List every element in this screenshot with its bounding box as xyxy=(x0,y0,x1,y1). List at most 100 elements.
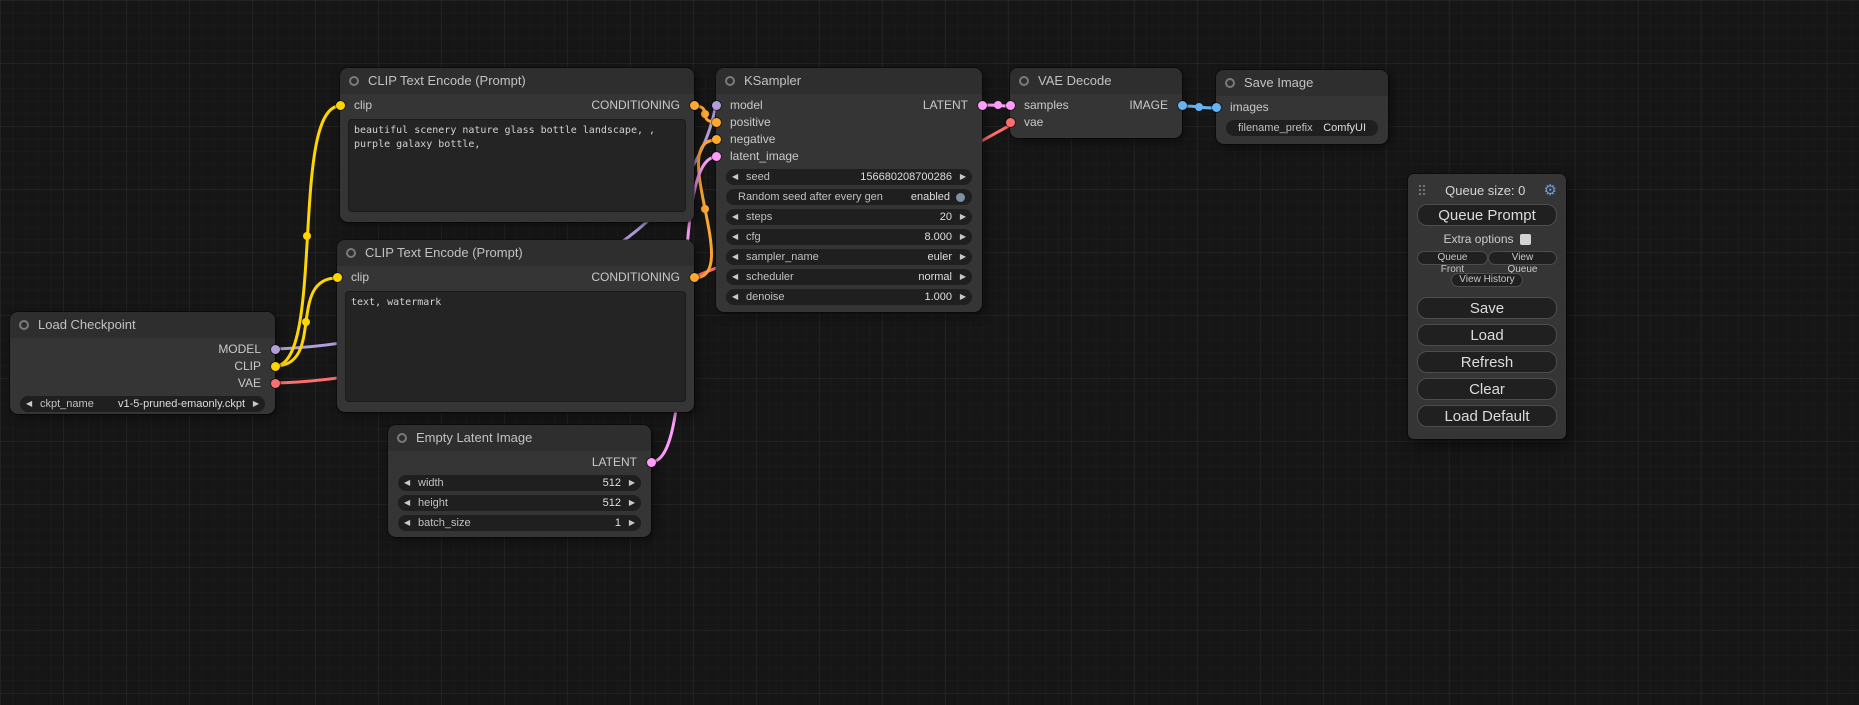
random-seed-toggle-widget[interactable]: Random seed after every gen enabled xyxy=(726,189,972,205)
latent-output-dot[interactable] xyxy=(978,101,987,110)
increment-arrow-icon[interactable]: ▶ xyxy=(956,169,966,185)
positive-input-dot[interactable] xyxy=(712,118,721,127)
decrement-arrow-icon[interactable]: ◀ xyxy=(732,229,742,245)
conditioning-output-dot[interactable] xyxy=(690,273,699,282)
node-collapse-icon[interactable] xyxy=(346,248,356,258)
latent-image-input-dot[interactable] xyxy=(712,152,721,161)
queue-size-label: Queue size: 0 xyxy=(1445,183,1525,198)
decrement-arrow-icon[interactable]: ◀ xyxy=(732,269,742,285)
cfg-widget[interactable]: ◀ cfg 8.000 ▶ xyxy=(726,229,972,245)
increment-arrow-icon[interactable]: ▶ xyxy=(956,229,966,245)
input-slot-latent-image[interactable]: latent_image xyxy=(716,148,982,165)
node-title-bar[interactable]: CLIP Text Encode (Prompt) xyxy=(337,240,694,266)
increment-arrow-icon[interactable]: ▶ xyxy=(956,269,966,285)
load-default-button[interactable]: Load Default xyxy=(1417,405,1557,427)
output-slot-latent[interactable]: LATENT xyxy=(388,454,651,471)
node-collapse-icon[interactable] xyxy=(1019,76,1029,86)
load-button[interactable]: Load xyxy=(1417,324,1557,346)
images-input-dot[interactable] xyxy=(1212,103,1221,112)
node-graph-canvas[interactable]: Load Checkpoint MODEL CLIP VAE ◀ ckpt_na… xyxy=(0,0,1859,705)
node-empty-latent-image[interactable]: Empty Latent Image LATENT ◀ width 512 ▶ … xyxy=(388,425,651,537)
queue-prompt-button[interactable]: Queue Prompt xyxy=(1417,204,1557,226)
conditioning-output-dot[interactable] xyxy=(690,101,699,110)
height-widget[interactable]: ◀ height 512 ▶ xyxy=(398,495,641,511)
seed-widget[interactable]: ◀ seed 156680208700286 ▶ xyxy=(726,169,972,185)
node-clip-text-encode-negative[interactable]: CLIP Text Encode (Prompt) clip CONDITION… xyxy=(337,240,694,412)
sampler-name-widget[interactable]: ◀ sampler_name euler ▶ xyxy=(726,249,972,265)
denoise-widget[interactable]: ◀ denoise 1.000 ▶ xyxy=(726,289,972,305)
save-button[interactable]: Save xyxy=(1417,297,1557,319)
view-history-button[interactable]: View History xyxy=(1451,273,1522,287)
negative-prompt-textarea[interactable]: text, watermark xyxy=(345,291,686,402)
vae-slot-dot[interactable] xyxy=(271,379,280,388)
image-output-dot[interactable] xyxy=(1178,101,1187,110)
clip-input-dot[interactable] xyxy=(333,273,342,282)
node-collapse-icon[interactable] xyxy=(1225,78,1235,88)
output-slot-model[interactable]: MODEL xyxy=(10,341,275,358)
wire-clip-to-negative-encoder xyxy=(275,278,337,366)
node-title-bar[interactable]: Empty Latent Image xyxy=(388,425,651,451)
ckpt-name-widget[interactable]: ◀ ckpt_name v1-5-pruned-emaonly.ckpt ▶ xyxy=(20,396,265,412)
extra-options-label: Extra options xyxy=(1443,232,1513,246)
samples-input-dot[interactable] xyxy=(1006,101,1015,110)
clip-input-dot[interactable] xyxy=(336,101,345,110)
input-slot-negative[interactable]: negative xyxy=(716,131,982,148)
positive-prompt-textarea[interactable]: beautiful scenery nature glass bottle la… xyxy=(348,119,686,212)
increment-arrow-icon[interactable]: ▶ xyxy=(956,209,966,225)
view-queue-button[interactable]: View Queue xyxy=(1488,251,1557,265)
model-slot-dot[interactable] xyxy=(271,345,280,354)
decrement-arrow-icon[interactable]: ◀ xyxy=(404,475,414,491)
extra-options-checkbox[interactable] xyxy=(1520,234,1531,245)
decrement-arrow-icon[interactable]: ◀ xyxy=(732,209,742,225)
node-save-image[interactable]: Save Image images filename_prefix ComfyU… xyxy=(1216,70,1388,144)
node-title-bar[interactable]: VAE Decode xyxy=(1010,68,1182,94)
negative-input-dot[interactable] xyxy=(712,135,721,144)
decrement-arrow-icon[interactable]: ◀ xyxy=(732,169,742,185)
node-vae-decode[interactable]: VAE Decode samples IMAGE vae xyxy=(1010,68,1182,138)
decrement-arrow-icon[interactable]: ◀ xyxy=(732,289,742,305)
clip-slot-dot[interactable] xyxy=(271,362,280,371)
increment-arrow-icon[interactable]: ▶ xyxy=(625,475,635,491)
node-clip-text-encode-positive[interactable]: CLIP Text Encode (Prompt) clip CONDITION… xyxy=(340,68,694,222)
scheduler-widget[interactable]: ◀ scheduler normal ▶ xyxy=(726,269,972,285)
node-collapse-icon[interactable] xyxy=(397,433,407,443)
increment-arrow-icon[interactable]: ▶ xyxy=(625,515,635,531)
refresh-button[interactable]: Refresh xyxy=(1417,351,1557,373)
drag-handle-icon[interactable] xyxy=(1419,185,1421,187)
model-input-dot[interactable] xyxy=(712,101,721,110)
decrement-arrow-icon[interactable]: ◀ xyxy=(732,249,742,265)
node-title-bar[interactable]: Save Image xyxy=(1216,70,1388,96)
latent-slot-dot[interactable] xyxy=(647,458,656,467)
toggle-state-dot[interactable] xyxy=(956,193,965,202)
queue-front-button[interactable]: Queue Front xyxy=(1417,251,1488,265)
output-slot-vae[interactable]: VAE xyxy=(10,375,275,392)
vae-input-dot[interactable] xyxy=(1006,118,1015,127)
wire-image-to-save xyxy=(1182,106,1216,108)
increment-arrow-icon[interactable]: ▶ xyxy=(625,495,635,511)
filename-prefix-widget[interactable]: filename_prefix ComfyUI xyxy=(1226,120,1378,136)
node-collapse-icon[interactable] xyxy=(349,76,359,86)
node-title-bar[interactable]: KSampler xyxy=(716,68,982,94)
increment-arrow-icon[interactable]: ▶ xyxy=(956,289,966,305)
decrement-arrow-icon[interactable]: ◀ xyxy=(26,396,36,412)
node-collapse-icon[interactable] xyxy=(725,76,735,86)
batch-size-widget[interactable]: ◀ batch_size 1 ▶ xyxy=(398,515,641,531)
decrement-arrow-icon[interactable]: ◀ xyxy=(404,515,414,531)
clear-button[interactable]: Clear xyxy=(1417,378,1557,400)
decrement-arrow-icon[interactable]: ◀ xyxy=(404,495,414,511)
input-slot-images[interactable]: images xyxy=(1216,99,1388,116)
output-slot-clip[interactable]: CLIP xyxy=(10,358,275,375)
node-ksampler[interactable]: KSampler model LATENT positive negative … xyxy=(716,68,982,312)
steps-widget[interactable]: ◀ steps 20 ▶ xyxy=(726,209,972,225)
input-slot-positive[interactable]: positive xyxy=(716,114,982,131)
input-slot-vae[interactable]: vae xyxy=(1010,114,1182,131)
node-load-checkpoint[interactable]: Load Checkpoint MODEL CLIP VAE ◀ ckpt_na… xyxy=(10,312,275,414)
node-collapse-icon[interactable] xyxy=(19,320,29,330)
widget-label: scheduler xyxy=(746,271,794,283)
increment-arrow-icon[interactable]: ▶ xyxy=(249,396,259,412)
width-widget[interactable]: ◀ width 512 ▶ xyxy=(398,475,641,491)
increment-arrow-icon[interactable]: ▶ xyxy=(956,249,966,265)
settings-gear-icon[interactable]: ⚙ xyxy=(1544,183,1557,198)
node-title-bar[interactable]: Load Checkpoint xyxy=(10,312,275,338)
node-title-bar[interactable]: CLIP Text Encode (Prompt) xyxy=(340,68,694,94)
